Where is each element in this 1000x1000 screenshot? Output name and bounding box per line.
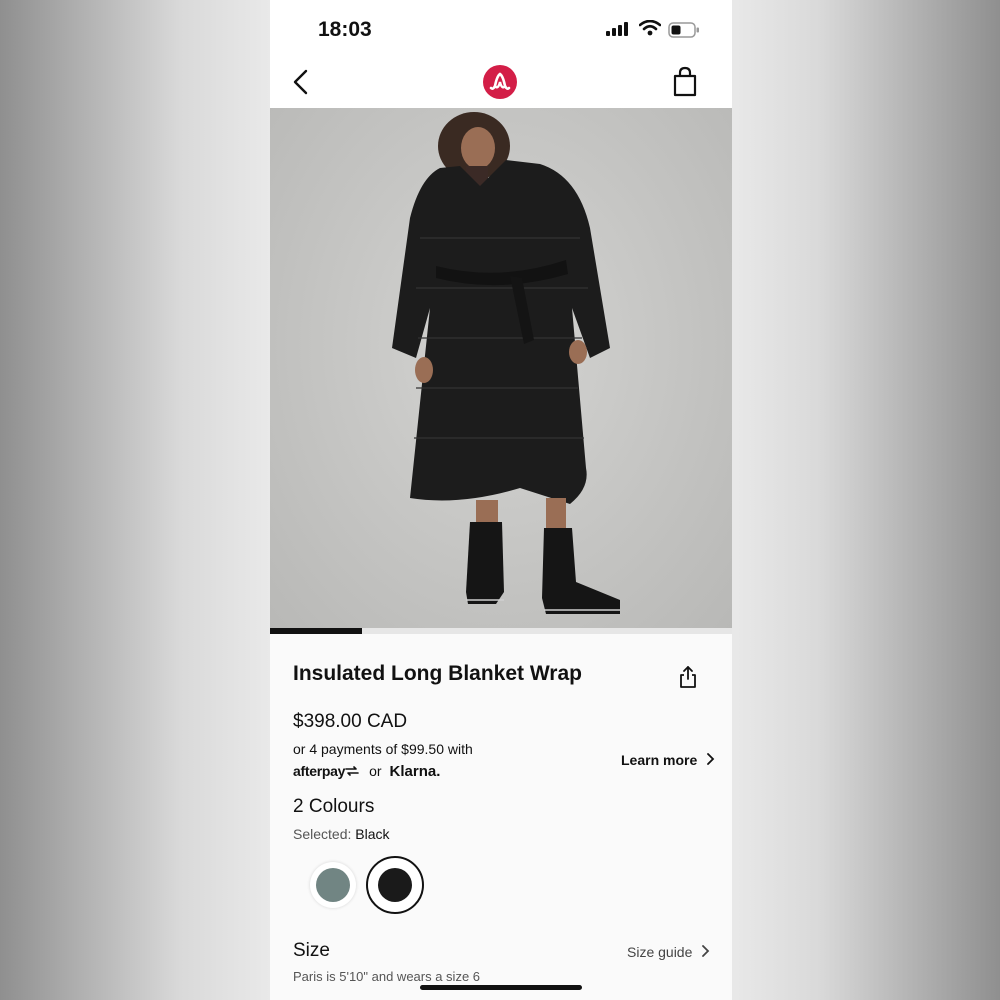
- chevron-right-icon: [702, 945, 710, 957]
- back-chevron-icon[interactable]: [288, 67, 314, 97]
- share-icon[interactable]: [678, 665, 698, 689]
- wifi-icon: [639, 20, 661, 36]
- model-info: Paris is 5'10" and wears a size 6: [293, 969, 481, 984]
- size-heading: Size: [293, 940, 330, 961]
- battery-icon: [668, 22, 699, 38]
- product-photo-illustration: [392, 112, 620, 614]
- brand-logo-icon[interactable]: [482, 64, 518, 100]
- learn-more-link[interactable]: Learn more: [621, 752, 715, 768]
- klarna-logo: Klarna.: [389, 762, 441, 780]
- size-guide-link[interactable]: Size guide: [627, 944, 710, 960]
- status-bar: 18:03: [270, 0, 732, 58]
- afterpay-logo: afterpay: [293, 763, 346, 779]
- colour-swatch-black[interactable]: [366, 856, 424, 914]
- size-guide-label: Size guide: [627, 944, 693, 960]
- afterpay-arrows-icon: [345, 766, 359, 776]
- selected-value: Black: [355, 826, 390, 842]
- selected-label: Selected:: [293, 826, 352, 842]
- signal-icon: [606, 22, 628, 36]
- colour-swatch-green[interactable]: [310, 862, 356, 908]
- gallery-progress-fill: [270, 628, 363, 634]
- product-image[interactable]: [270, 108, 732, 634]
- status-time: 18:03: [318, 18, 372, 41]
- swatch-black-dot: [378, 868, 412, 902]
- home-indicator[interactable]: [420, 985, 582, 990]
- top-nav: [270, 58, 732, 108]
- product-price: $398.00 CAD: [293, 711, 408, 732]
- phone-screen: 18:03 Insulated Long Blanket Wrap $398.0…: [270, 0, 732, 1000]
- gallery-progress-track: [270, 628, 732, 634]
- swatch-green-dot: [316, 868, 350, 902]
- learn-more-label: Learn more: [621, 752, 698, 768]
- selected-colour: Selected: Black: [293, 826, 390, 842]
- or-text: or: [369, 763, 382, 779]
- product-title: Insulated Long Blanket Wrap: [293, 662, 582, 685]
- shopping-bag-icon[interactable]: [672, 66, 698, 98]
- chevron-right-icon: [707, 753, 715, 765]
- colours-heading: 2 Colours: [293, 796, 375, 817]
- installments-text: or 4 payments of $99.50 with: [293, 741, 473, 757]
- payment-providers: afterpay or Klarna.: [293, 761, 440, 781]
